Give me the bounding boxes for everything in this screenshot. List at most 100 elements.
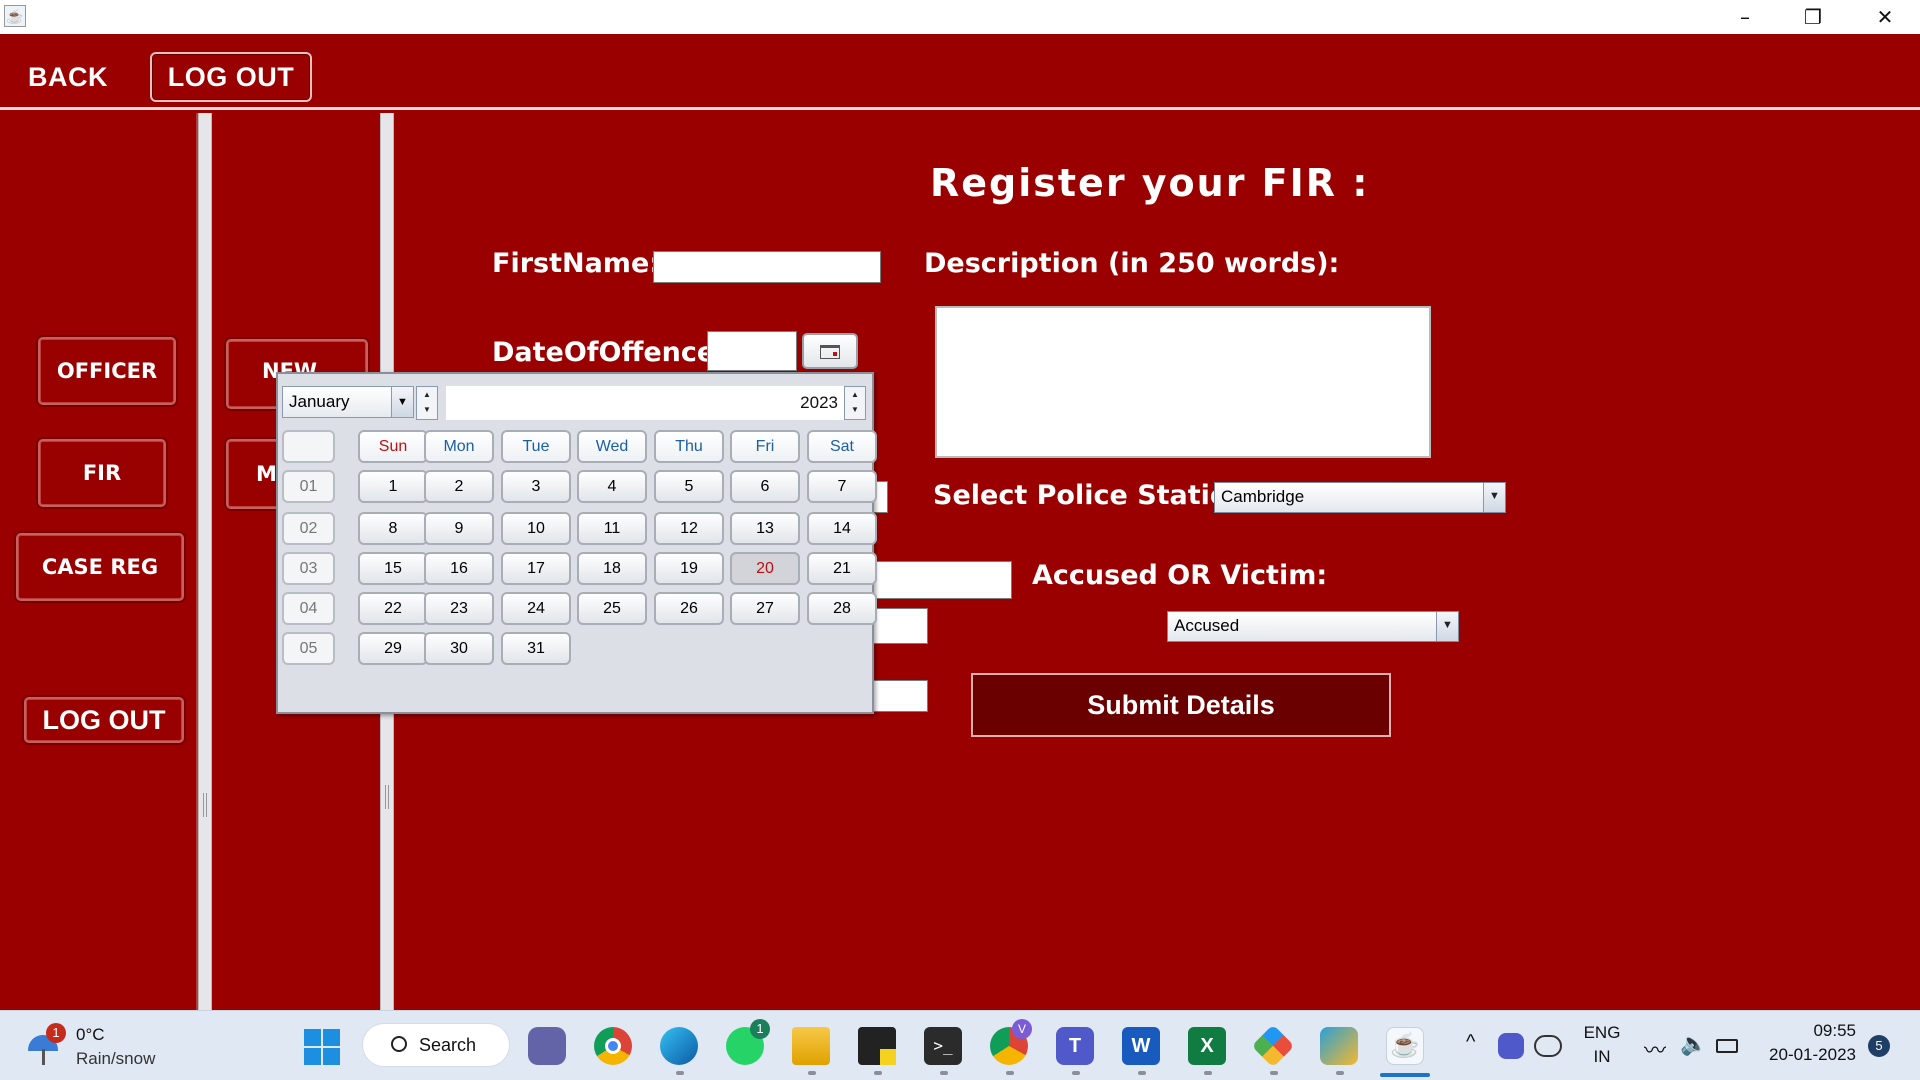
search-label: Search [419,1035,477,1055]
accused-victim-value: Accused [1174,616,1240,635]
day-button-9[interactable]: 9 [424,512,494,545]
day-button-27[interactable]: 27 [730,592,800,625]
language-line1[interactable]: ENG [1582,1023,1622,1043]
day-button-7[interactable]: 7 [807,470,877,503]
day-button-14[interactable]: 14 [807,512,877,545]
notification-badge[interactable]: 5 [1868,1035,1890,1057]
weather-badge: 1 [46,1023,66,1043]
day-button-3[interactable]: 3 [501,470,571,503]
header-logout-button[interactable]: LOG OUT [150,52,312,102]
sticky-notes-icon[interactable] [858,1027,896,1065]
day-button-5[interactable]: 5 [654,470,724,503]
day-button-25[interactable]: 25 [577,592,647,625]
day-button-15[interactable]: 15 [358,552,428,585]
git-app-icon[interactable] [1251,1024,1295,1068]
chrome-icon[interactable] [594,1027,632,1065]
accused-victim-select[interactable]: Accused ▼ [1167,611,1459,642]
start-windows-icon[interactable] [304,1029,340,1065]
sidebar-logout-button[interactable]: LOG OUT [24,697,184,743]
week-number-cell: 04 [282,592,335,625]
running-indicator [676,1071,684,1075]
day-button-12[interactable]: 12 [654,512,724,545]
battery-icon[interactable] [1716,1039,1738,1053]
whatsapp-badge: 1 [750,1019,770,1039]
running-indicator [1006,1071,1014,1075]
accused-victim-label: Accused OR Victim: [1032,560,1328,591]
clock-date[interactable]: 20-01-2023 [1764,1045,1856,1065]
day-button-29[interactable]: 29 [358,632,428,665]
page-title: Register your FIR : [930,161,1370,205]
day-button-28[interactable]: 28 [807,592,877,625]
ide-icon[interactable] [1320,1027,1358,1065]
day-button-1[interactable]: 1 [358,470,428,503]
active-app-indicator [1380,1073,1430,1077]
running-indicator [1336,1071,1344,1075]
edge-icon[interactable] [660,1027,698,1065]
minimize-button[interactable]: – [1710,0,1780,34]
day-button-22[interactable]: 22 [358,592,428,625]
day-button-23[interactable]: 23 [424,592,494,625]
chrome-profile-icon[interactable]: V [990,1019,1032,1065]
chevron-up-icon[interactable]: ^ [1466,1031,1475,1054]
volume-icon[interactable]: 🔈 [1680,1031,1707,1057]
description-label: Description (in 250 words): [924,248,1340,279]
day-button-24[interactable]: 24 [501,592,571,625]
firstname-input[interactable] [653,251,881,283]
police-station-label: Select Police Station: [933,480,1259,511]
terminal-icon[interactable]: >_ [924,1027,962,1065]
hidden-field-2[interactable] [864,561,1012,599]
day-button-6[interactable]: 6 [730,470,800,503]
officer-button[interactable]: OFFICER [38,337,176,405]
day-button-11[interactable]: 11 [577,512,647,545]
excel-icon[interactable]: X [1188,1027,1226,1065]
day-button-13[interactable]: 13 [730,512,800,545]
description-textarea[interactable] [935,306,1431,458]
day-button-21[interactable]: 21 [807,552,877,585]
clock-time[interactable]: 09:55 [1792,1021,1856,1041]
meet-icon[interactable] [528,1027,566,1065]
weekday-header-wed: Wed [577,430,647,463]
restore-button[interactable]: ❐ [1778,0,1848,34]
umbrella-handle-icon [42,1049,45,1065]
back-button[interactable]: BACK [28,62,108,93]
day-button-16[interactable]: 16 [424,552,494,585]
week-number-cell: 01 [282,470,335,503]
day-button-19[interactable]: 19 [654,552,724,585]
submit-details-button[interactable]: Submit Details [971,673,1391,737]
onedrive-icon[interactable] [1534,1035,1562,1057]
weather-widget[interactable]: 1 0°C Rain/snow [26,1019,176,1075]
close-button[interactable]: ✕ [1850,0,1920,34]
date-of-offence-input[interactable] [707,331,797,371]
month-select[interactable]: January ▼ [282,386,414,418]
police-station-select[interactable]: Cambridge ▼ [1214,482,1506,513]
day-button-8[interactable]: 8 [358,512,428,545]
word-icon[interactable]: W [1122,1027,1160,1065]
java-app-icon[interactable]: ☕ [1386,1027,1424,1065]
language-line2[interactable]: IN [1582,1047,1622,1067]
day-button-26[interactable]: 26 [654,592,724,625]
day-button-31[interactable]: 31 [501,632,571,665]
windows-taskbar: 1 0°C Rain/snow Search 1 >_ V T W X ☕ ^ [0,1010,1920,1080]
teams-icon[interactable]: T [1056,1027,1094,1065]
teams-tray-icon[interactable] [1498,1033,1524,1059]
split-pane-divider[interactable] [198,113,212,1010]
day-button-17[interactable]: 17 [501,552,571,585]
case-reg-button[interactable]: CASE REG [16,533,184,601]
wifi-icon[interactable]: 〰 [1644,1033,1666,1065]
month-spinner[interactable]: ▲ ▼ [416,386,438,420]
calendar-button[interactable] [802,333,858,369]
day-button-30[interactable]: 30 [424,632,494,665]
window-titlebar: ☕ – ❐ ✕ [0,0,1920,34]
year-field[interactable]: 2023 [446,386,844,420]
taskbar-search[interactable]: Search [362,1023,510,1067]
day-button-20[interactable]: 20 [730,552,800,585]
fir-button[interactable]: FIR [38,439,166,507]
day-button-4[interactable]: 4 [577,470,647,503]
file-explorer-icon[interactable] [792,1027,830,1065]
whatsapp-icon[interactable]: 1 [726,1019,770,1065]
year-spinner[interactable]: ▲ ▼ [844,386,866,420]
day-button-18[interactable]: 18 [577,552,647,585]
day-button-10[interactable]: 10 [501,512,571,545]
chevron-down-icon: ▼ [1436,612,1458,641]
day-button-2[interactable]: 2 [424,470,494,503]
